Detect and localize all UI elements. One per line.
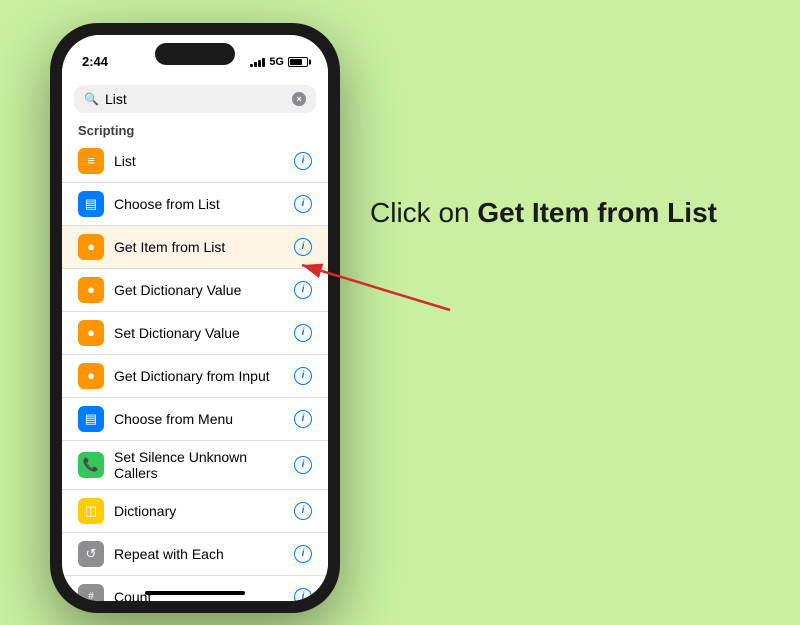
info-button-choose-from-list[interactable]: i <box>294 195 312 213</box>
list-item[interactable]: ▤ Choose from List i <box>62 183 328 226</box>
list-item[interactable]: ● Get Item from List i <box>62 226 328 269</box>
network-indicator: 5G <box>269 56 284 68</box>
info-button-dictionary[interactable]: i <box>294 502 312 520</box>
list-item[interactable]: ● Get Dictionary from Input i <box>62 355 328 398</box>
list-item[interactable]: ● Set Dictionary Value i <box>62 312 328 355</box>
choose-from-list-icon: ▤ <box>78 191 104 217</box>
get-dict-input-icon: ● <box>78 363 104 389</box>
get-item-icon: ● <box>78 234 104 260</box>
signal-bars <box>250 57 265 67</box>
info-button-set-dict-value[interactable]: i <box>294 324 312 342</box>
annotation-bold-text: Get Item from List <box>477 197 717 228</box>
status-time: 2:44 <box>82 54 108 69</box>
phone-screen: 2:44 5G 🔍 List × Scripting <box>62 35 328 601</box>
battery-icon <box>288 57 308 67</box>
info-button-get-dict-input[interactable]: i <box>294 367 312 385</box>
set-dict-value-icon: ● <box>78 320 104 346</box>
search-bar[interactable]: 🔍 List × <box>74 85 316 113</box>
silence-callers-icon: 📞 <box>78 452 104 478</box>
item-label-dictionary: Dictionary <box>114 503 294 519</box>
info-button-get-dict-value[interactable]: i <box>294 281 312 299</box>
repeat-icon: ↺ <box>78 541 104 567</box>
list-item[interactable]: ◫ Dictionary i <box>62 490 328 533</box>
phone-frame: 2:44 5G 🔍 List × Scripting <box>50 23 340 613</box>
list-item[interactable]: 📞 Set Silence Unknown Callers i <box>62 441 328 490</box>
list-item[interactable]: ▤ Choose from Menu i <box>62 398 328 441</box>
item-label-repeat: Repeat with Each <box>114 546 294 562</box>
search-icon: 🔍 <box>84 92 99 106</box>
item-label-silence-callers: Set Silence Unknown Callers <box>114 449 294 481</box>
list-item[interactable]: ≡ List i <box>62 140 328 183</box>
get-dict-value-icon: ● <box>78 277 104 303</box>
info-button-silence[interactable]: i <box>294 456 312 474</box>
item-label-get-item-from-list: Get Item from List <box>114 239 294 255</box>
dynamic-island <box>155 43 235 65</box>
dictionary-icon: ◫ <box>78 498 104 524</box>
info-button-repeat[interactable]: i <box>294 545 312 563</box>
item-label-get-dict-value: Get Dictionary Value <box>114 282 294 298</box>
search-input-value[interactable]: List <box>105 91 286 107</box>
item-label-get-dict-input: Get Dictionary from Input <box>114 368 294 384</box>
count-icon: # <box>78 584 104 601</box>
list-item[interactable]: # Count i <box>62 576 328 601</box>
info-button-count[interactable]: i <box>294 588 312 601</box>
annotation-text: Click on Get Item from List <box>370 195 760 231</box>
list-item[interactable]: ↺ Repeat with Each i <box>62 533 328 576</box>
section-header-scripting: Scripting <box>62 117 328 140</box>
status-right: 5G <box>250 56 308 68</box>
home-indicator <box>145 591 245 595</box>
list-icon: ≡ <box>78 148 104 174</box>
choose-menu-icon: ▤ <box>78 406 104 432</box>
status-bar: 2:44 5G <box>62 35 328 79</box>
info-button-get-item[interactable]: i <box>294 238 312 256</box>
annotation-normal-text: Click on <box>370 197 477 228</box>
item-label-list: List <box>114 153 294 169</box>
item-label-choose-menu: Choose from Menu <box>114 411 294 427</box>
search-clear-button[interactable]: × <box>292 92 306 106</box>
list-item[interactable]: ● Get Dictionary Value i <box>62 269 328 312</box>
info-button-list[interactable]: i <box>294 152 312 170</box>
item-label-set-dict-value: Set Dictionary Value <box>114 325 294 341</box>
item-label-choose-from-list: Choose from List <box>114 196 294 212</box>
annotation-text-container: Click on Get Item from List <box>370 195 760 231</box>
info-button-choose-menu[interactable]: i <box>294 410 312 428</box>
